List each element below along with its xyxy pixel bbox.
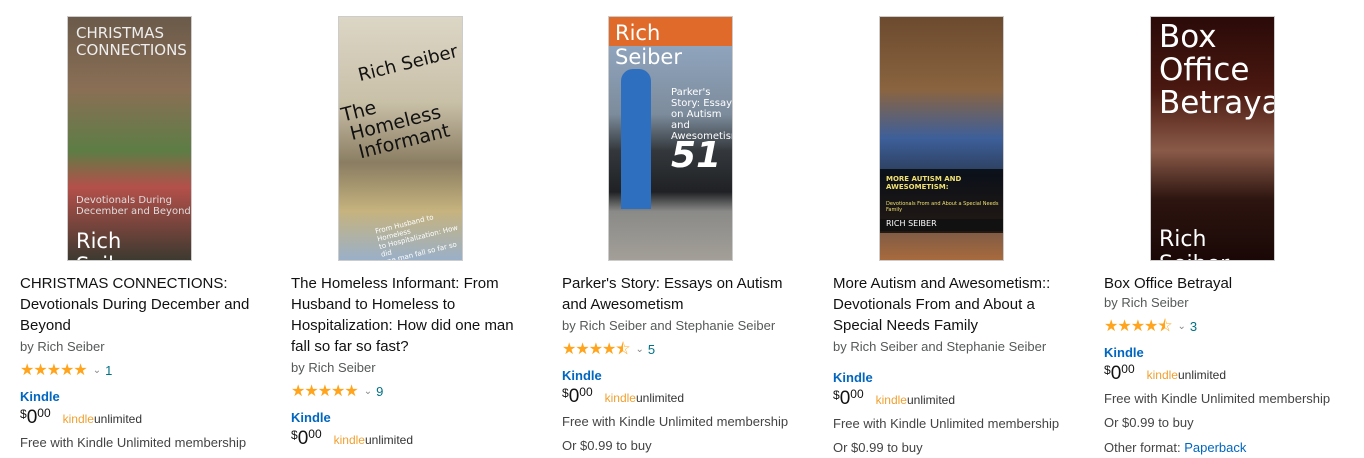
star-icon[interactable]: ★★★★⯪ (1104, 316, 1173, 337)
cover-text: MORE AUTISM AND AWESOMETISM: (886, 175, 962, 191)
price-fraction: 00 (308, 427, 322, 441)
kindle-unlimited-logo: kindle (604, 391, 636, 405)
price-currency: $ (833, 388, 840, 402)
cover-author: Rich Seiber (615, 21, 682, 69)
buy-price-text: Or $0.99 to buy (1104, 415, 1194, 430)
star-icon[interactable]: ★★★★⯪ (562, 339, 631, 360)
kindle-unlimited-logo: kindle (1146, 368, 1178, 382)
star-icon[interactable]: ★★★★★ (20, 360, 88, 381)
price-whole: 0 (1110, 363, 1122, 384)
kindle-unlimited-logo-text: unlimited (93, 412, 143, 426)
price-currency: $ (562, 386, 569, 400)
price: $ 0 00 kindle unlimited (562, 385, 807, 408)
cover-text: CHRISTMAS (76, 24, 165, 42)
free-with-ku-text: Free with Kindle Unlimited membership (833, 416, 1060, 431)
star-icon[interactable]: ★★★★★ (291, 381, 359, 402)
book-cover[interactable]: CHRISTMAS CONNECTIONS Devotionals During… (67, 16, 192, 261)
kindle-unlimited-logo-text: unlimited (635, 391, 685, 405)
cover-text: Devotionals From and About a Special Nee… (886, 201, 999, 207)
rating: ★★★★★ ⌄ 1 (20, 359, 265, 381)
book-title[interactable]: Box Office Betrayal (1104, 273, 1339, 294)
paperback-link[interactable]: Paperback (1184, 440, 1246, 455)
price-currency: $ (1104, 363, 1111, 377)
price-fraction: 00 (579, 385, 593, 399)
other-format-label: Other format: (1104, 440, 1181, 455)
price-currency: $ (291, 428, 298, 442)
rating: ★★★★⯪ ⌄ 3 (1104, 315, 1349, 337)
book-author: by Rich Seiber and Stephanie Seiber (833, 339, 1047, 354)
cover-author: Rich Seiber (76, 229, 143, 260)
book-author: by Rich Seiber (291, 360, 376, 375)
format-link[interactable]: Kindle (20, 387, 265, 407)
book-author: by Rich Seiber (20, 339, 105, 354)
price-fraction: 00 (1121, 362, 1135, 376)
kindle-unlimited-logo: kindle (875, 393, 907, 407)
chevron-down-icon[interactable]: ⌄ (93, 360, 101, 381)
price-fraction: 00 (37, 406, 51, 420)
cover-text: Devotionals During (76, 195, 172, 206)
book-cover[interactable]: Rich Seiber The Homeless Informant From … (338, 16, 463, 261)
free-with-ku-text: Free with Kindle Unlimited membership (1104, 391, 1331, 406)
price-whole: 0 (568, 386, 580, 407)
book-title[interactable]: The Homeless Informant: From Husband to … (291, 273, 526, 357)
free-with-ku-text: Free with Kindle Unlimited membership (562, 414, 789, 429)
chevron-down-icon[interactable]: ⌄ (364, 381, 372, 402)
book-title[interactable]: More Autism and Awesometism:: Devotional… (833, 273, 1068, 336)
free-with-ku-text: Free with Kindle Unlimited membership (20, 435, 247, 450)
chevron-down-icon[interactable]: ⌄ (636, 339, 644, 360)
format-link[interactable]: Kindle (1104, 343, 1349, 363)
cover-author: Rich Seiber (355, 40, 460, 87)
buy-price-text: Or $0.99 to buy (562, 438, 652, 453)
kindle-unlimited-logo-text: unlimited (364, 433, 414, 447)
price-fraction: 00 (850, 387, 864, 401)
rating-count-link[interactable]: 3 (1190, 316, 1197, 337)
book-author: by Rich Seiber (1104, 295, 1189, 310)
price: $ 0 00 kindle unlimited (833, 387, 1078, 410)
cover-text: Story: Essays (671, 98, 733, 109)
chevron-down-icon[interactable]: ⌄ (1178, 316, 1186, 337)
cover-figure (621, 69, 651, 209)
cover-text: Family (886, 207, 903, 213)
cover-text: December and Beyond (76, 206, 191, 217)
book-author: by Rich Seiber and Stephanie Seiber (562, 318, 776, 333)
kindle-unlimited-logo: kindle (62, 412, 94, 426)
price: $ 0 00 kindle unlimited (1104, 362, 1349, 385)
cover-text: Box (1159, 19, 1217, 55)
format-link[interactable]: Kindle (291, 408, 536, 428)
buy-price-text: Or $0.99 to buy (833, 440, 923, 455)
cover-text: CONNECTIONS (76, 41, 187, 59)
book-title[interactable]: CHRISTMAS CONNECTIONS: Devotionals Durin… (20, 273, 260, 336)
price-currency: $ (20, 407, 27, 421)
cover-text: Betrayal (1159, 85, 1274, 121)
kindle-unlimited-logo: kindle (333, 433, 365, 447)
rating-count-link[interactable]: 9 (376, 381, 383, 402)
cover-author: RICH SEIBER (886, 219, 937, 228)
cover-text: on Autism and (671, 109, 722, 131)
kindle-unlimited-logo-text: unlimited (906, 393, 956, 407)
rating-count-link[interactable]: 1 (105, 360, 112, 381)
book-cover[interactable]: Box Office Betrayal Rich Seiber (1150, 16, 1275, 261)
price: $ 0 00 kindle unlimited (291, 427, 536, 450)
price-whole: 0 (839, 388, 851, 409)
format-link[interactable]: Kindle (562, 366, 807, 386)
price-whole: 0 (26, 407, 38, 428)
kindle-unlimited-logo-text: unlimited (1177, 368, 1227, 382)
book-title[interactable]: Parker's Story: Essays on Autism and Awe… (562, 273, 797, 315)
format-link[interactable]: Kindle (833, 368, 1078, 388)
cover-number: 51 (671, 135, 722, 176)
book-cover[interactable]: Rich Seiber Parker's Story: Essays on Au… (608, 16, 733, 261)
cover-author: Rich Seiber (1159, 227, 1229, 260)
cover-text: Parker's (671, 87, 711, 98)
rating: ★★★★★ ⌄ 9 (291, 380, 536, 402)
price: $ 0 00 kindle unlimited (20, 406, 265, 429)
price-whole: 0 (297, 428, 309, 449)
cover-text: Office (1159, 52, 1250, 88)
rating: ★★★★⯪ ⌄ 5 (562, 338, 807, 360)
rating-count-link[interactable]: 5 (648, 339, 655, 360)
book-cover[interactable]: MORE AUTISM AND AWESOMETISM: Devotionals… (879, 16, 1004, 261)
